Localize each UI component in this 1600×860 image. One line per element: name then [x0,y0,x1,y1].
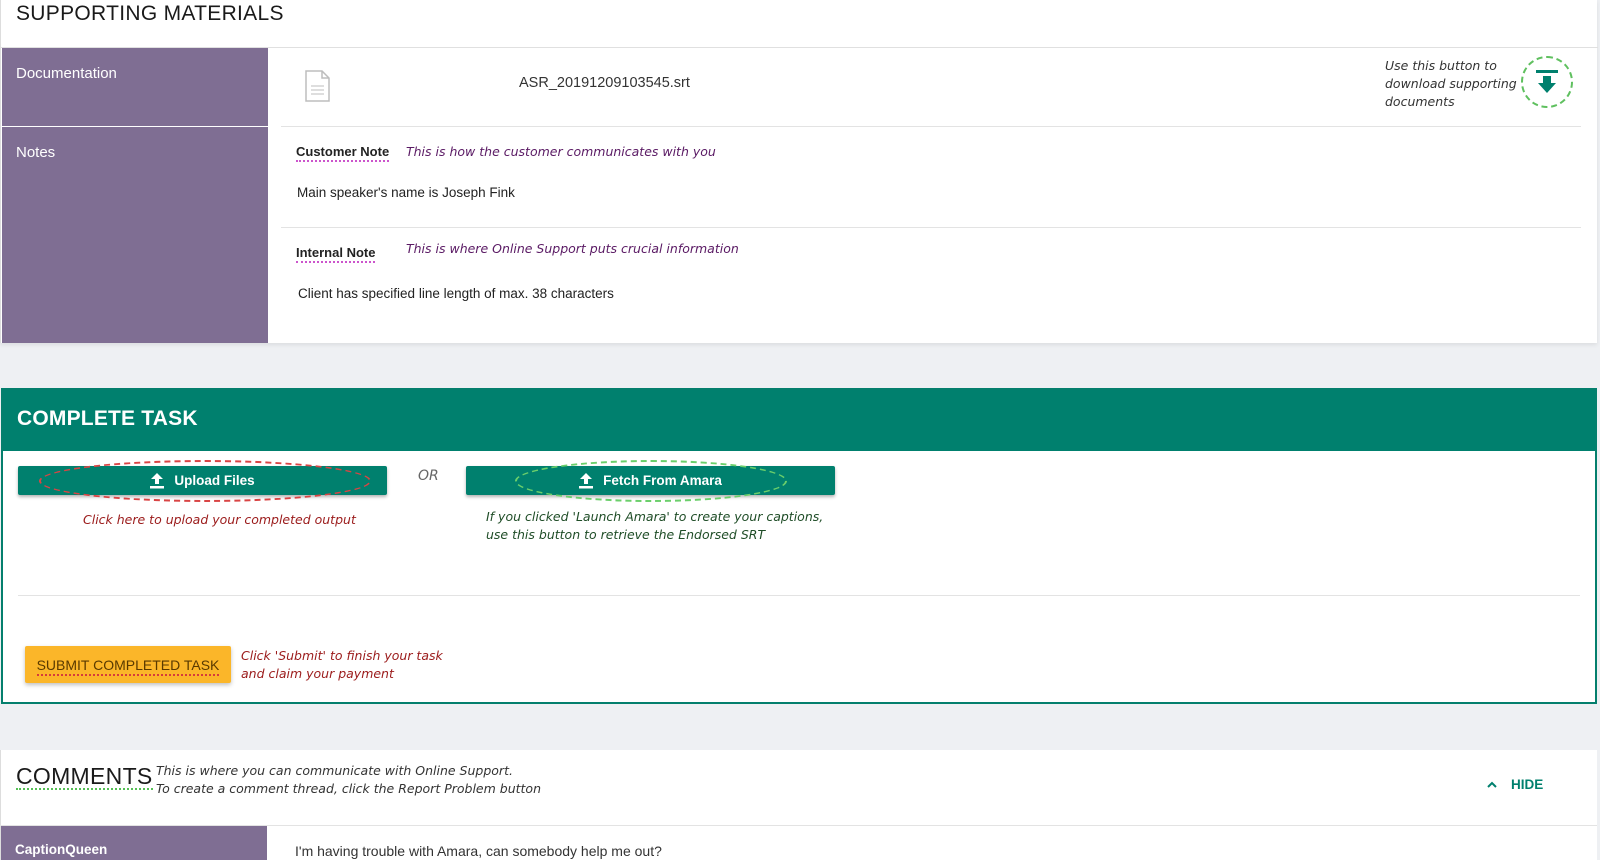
customer-note-text: Main speaker's name is Joseph Fink [297,185,515,200]
submit-annotation-line2: and claim your payment [241,666,394,681]
hide-label: HIDE [1511,777,1544,792]
fetch-annotation-line1: If you clicked 'Launch Amara' to create … [486,509,824,524]
internal-note-annotation: This is where Online Support puts crucia… [406,241,739,256]
comments-annotation-line2: To create a comment thread, click the Re… [156,781,541,796]
upload-annotation: Click here to upload your completed outp… [83,512,356,527]
document-file-name[interactable]: ASR_20191209103545.srt [519,75,690,91]
supporting-materials-panel: SUPPORTING MATERIALS Documentation Notes… [0,0,1598,343]
comments-title: COMMENTS [16,763,153,790]
download-annotation: Use this button to download supporting d… [1385,58,1517,109]
fetch-from-amara-label: Fetch From Amara [603,473,722,488]
comments-annotation-line1: This is where you can communicate with O… [156,763,513,778]
complete-task-title: COMPLETE TASK [3,390,1595,451]
document-file-icon[interactable] [305,70,330,102]
internal-note-text: Client has specified line length of max.… [298,286,614,301]
submit-annotation-line1: Click 'Submit' to finish your task [241,648,443,663]
download-button[interactable] [1521,56,1573,108]
divider [281,126,1581,127]
comments-annotation: This is where you can communicate with O… [156,762,541,798]
submit-label: SUBMIT COMPLETED TASK [36,656,220,676]
download-icon [1536,70,1558,93]
notes-label: Notes [2,127,268,343]
fetch-annotation-line2: use this button to retrieve the Endorsed… [486,527,766,542]
internal-note-label: Internal Note [296,245,376,263]
upload-files-label: Upload Files [174,473,255,488]
comment-text: I'm having trouble with Amara, can someb… [295,843,662,859]
documentation-label: Documentation [2,48,268,126]
upload-icon [150,472,165,488]
upload-files-button[interactable]: Upload Files [18,466,387,495]
customer-note-label: Customer Note [296,144,390,162]
chevron-up-icon [1487,781,1497,788]
submit-completed-task-button[interactable]: SUBMIT COMPLETED TASK [25,646,231,683]
divider [281,227,1581,228]
fetch-from-amara-button[interactable]: Fetch From Amara [466,466,835,495]
supporting-materials-title: SUPPORTING MATERIALS [16,2,284,25]
complete-task-panel: COMPLETE TASK Upload Files OR Fetch From… [1,388,1597,704]
customer-note-annotation: This is how the customer communicates wi… [406,144,716,159]
divider [18,595,1580,596]
comment-username: CaptionQueen [1,826,267,860]
or-separator: OR [418,468,439,484]
upload-icon [579,472,594,488]
hide-comments-button[interactable]: HIDE [1487,777,1543,792]
